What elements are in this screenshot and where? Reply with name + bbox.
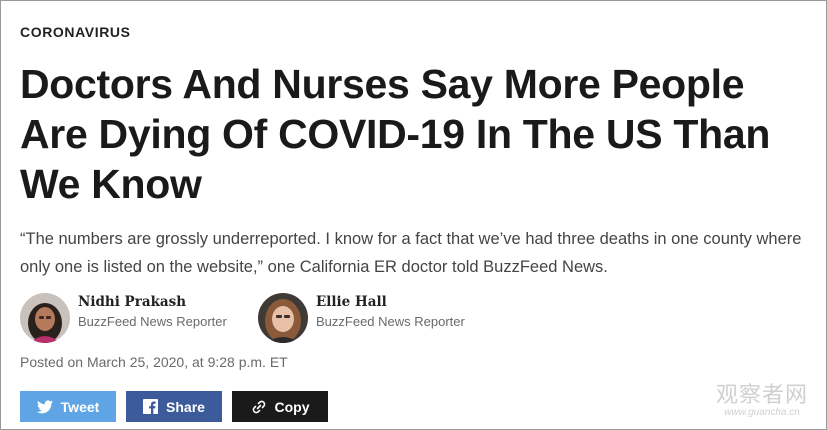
- author-avatar-1[interactable]: [20, 293, 70, 343]
- author-byline-2[interactable]: Ellie Hall BuzzFeed News Reporter: [258, 293, 465, 343]
- facebook-share-button[interactable]: Share: [126, 391, 222, 422]
- twitter-bird-icon: [36, 399, 53, 414]
- article-headline: Doctors And Nurses Say More People Are D…: [20, 61, 771, 207]
- share-label: Share: [166, 398, 205, 415]
- watermark-url: www.guancha.cn: [724, 407, 800, 418]
- tweet-label: Tweet: [60, 398, 100, 415]
- author-name-1[interactable]: Nidhi Prakash: [78, 293, 227, 311]
- site-watermark: 观察者网 www.guancha.cn: [716, 377, 808, 418]
- copy-link-button[interactable]: Copy: [232, 391, 328, 422]
- author-role-2: BuzzFeed News Reporter: [316, 313, 465, 329]
- author-role-1: BuzzFeed News Reporter: [78, 313, 227, 329]
- link-icon: [251, 399, 267, 415]
- section-label[interactable]: CORONAVIRUS: [20, 24, 131, 40]
- author-byline-1[interactable]: Nidhi Prakash BuzzFeed News Reporter: [20, 293, 227, 343]
- copy-label: Copy: [274, 398, 310, 415]
- article-dek: “The numbers are grossly underreported. …: [20, 230, 802, 276]
- watermark-text: 观察者网: [715, 383, 808, 408]
- posted-timestamp: Posted on March 25, 2020, at 9:28 p.m. E…: [20, 354, 288, 370]
- author-name-2[interactable]: Ellie Hall: [316, 293, 465, 311]
- tweet-button[interactable]: Tweet: [20, 391, 116, 422]
- facebook-icon: [143, 399, 159, 414]
- author-avatar-2[interactable]: [258, 293, 308, 343]
